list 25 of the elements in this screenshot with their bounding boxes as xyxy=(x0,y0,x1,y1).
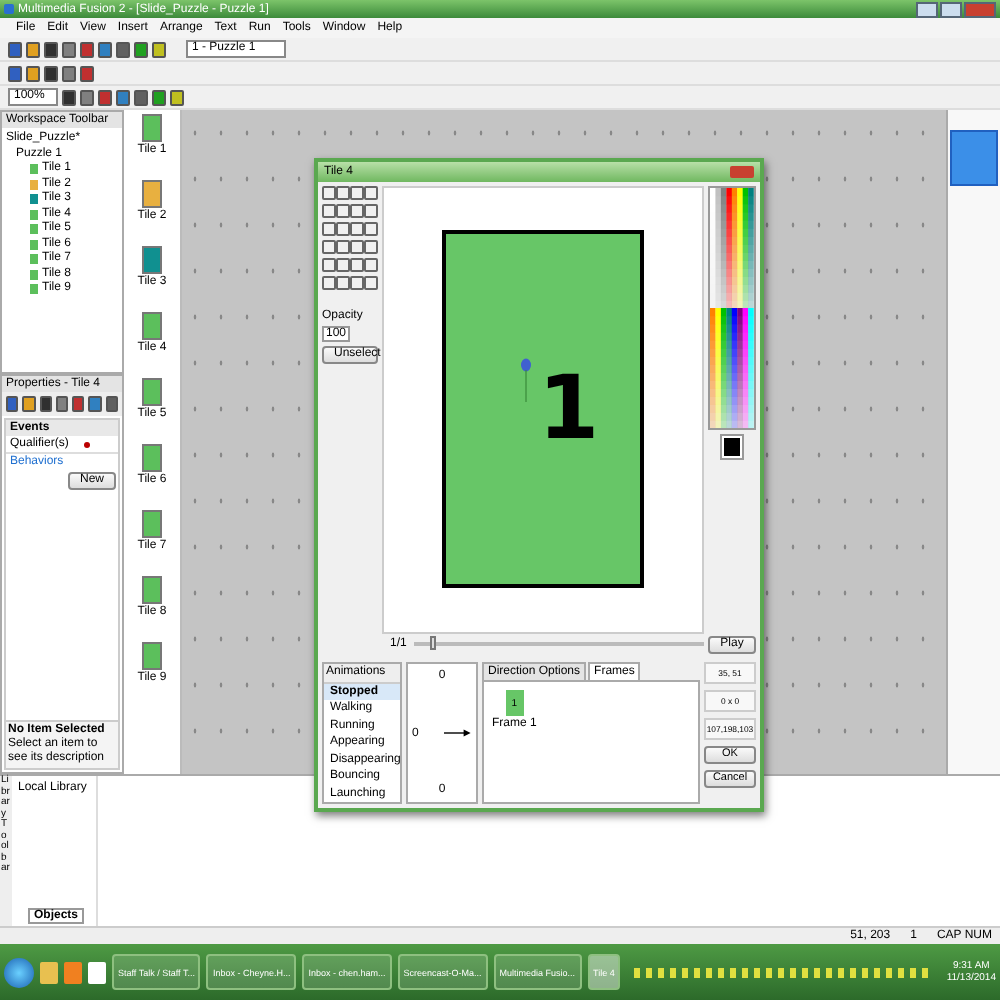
tile-number: 1 xyxy=(538,358,600,461)
qualifier-icon[interactable] xyxy=(84,441,91,447)
color-swatch-icon[interactable] xyxy=(722,435,742,458)
app-icon xyxy=(4,4,14,14)
tile-thumbnail[interactable] xyxy=(141,312,162,340)
document-icon[interactable] xyxy=(88,961,106,983)
start-button[interactable] xyxy=(4,957,34,987)
image-canvas[interactable]: 1 xyxy=(382,185,704,634)
tile-thumbnail[interactable] xyxy=(141,378,162,406)
maximize-button[interactable] xyxy=(940,1,962,17)
tile-thumbnail[interactable] xyxy=(141,642,162,670)
tile-thumbnail[interactable] xyxy=(141,180,162,208)
color-palette[interactable] xyxy=(708,185,756,430)
tile-thumbnail[interactable] xyxy=(141,246,162,274)
timeline-thumb[interactable] xyxy=(429,636,436,650)
hotspot-icon xyxy=(520,358,532,403)
minimize-button[interactable] xyxy=(916,1,938,17)
close-button[interactable] xyxy=(964,1,996,17)
direction-arrow-icon[interactable] xyxy=(444,728,472,738)
tile-thumbnail[interactable] xyxy=(141,576,162,604)
tile-thumbnail[interactable] xyxy=(141,510,162,538)
tile-thumbnail[interactable] xyxy=(141,114,162,142)
tile-thumbnail[interactable] xyxy=(141,444,162,472)
close-button[interactable] xyxy=(730,165,754,178)
layer-thumbnail[interactable] xyxy=(950,130,998,186)
